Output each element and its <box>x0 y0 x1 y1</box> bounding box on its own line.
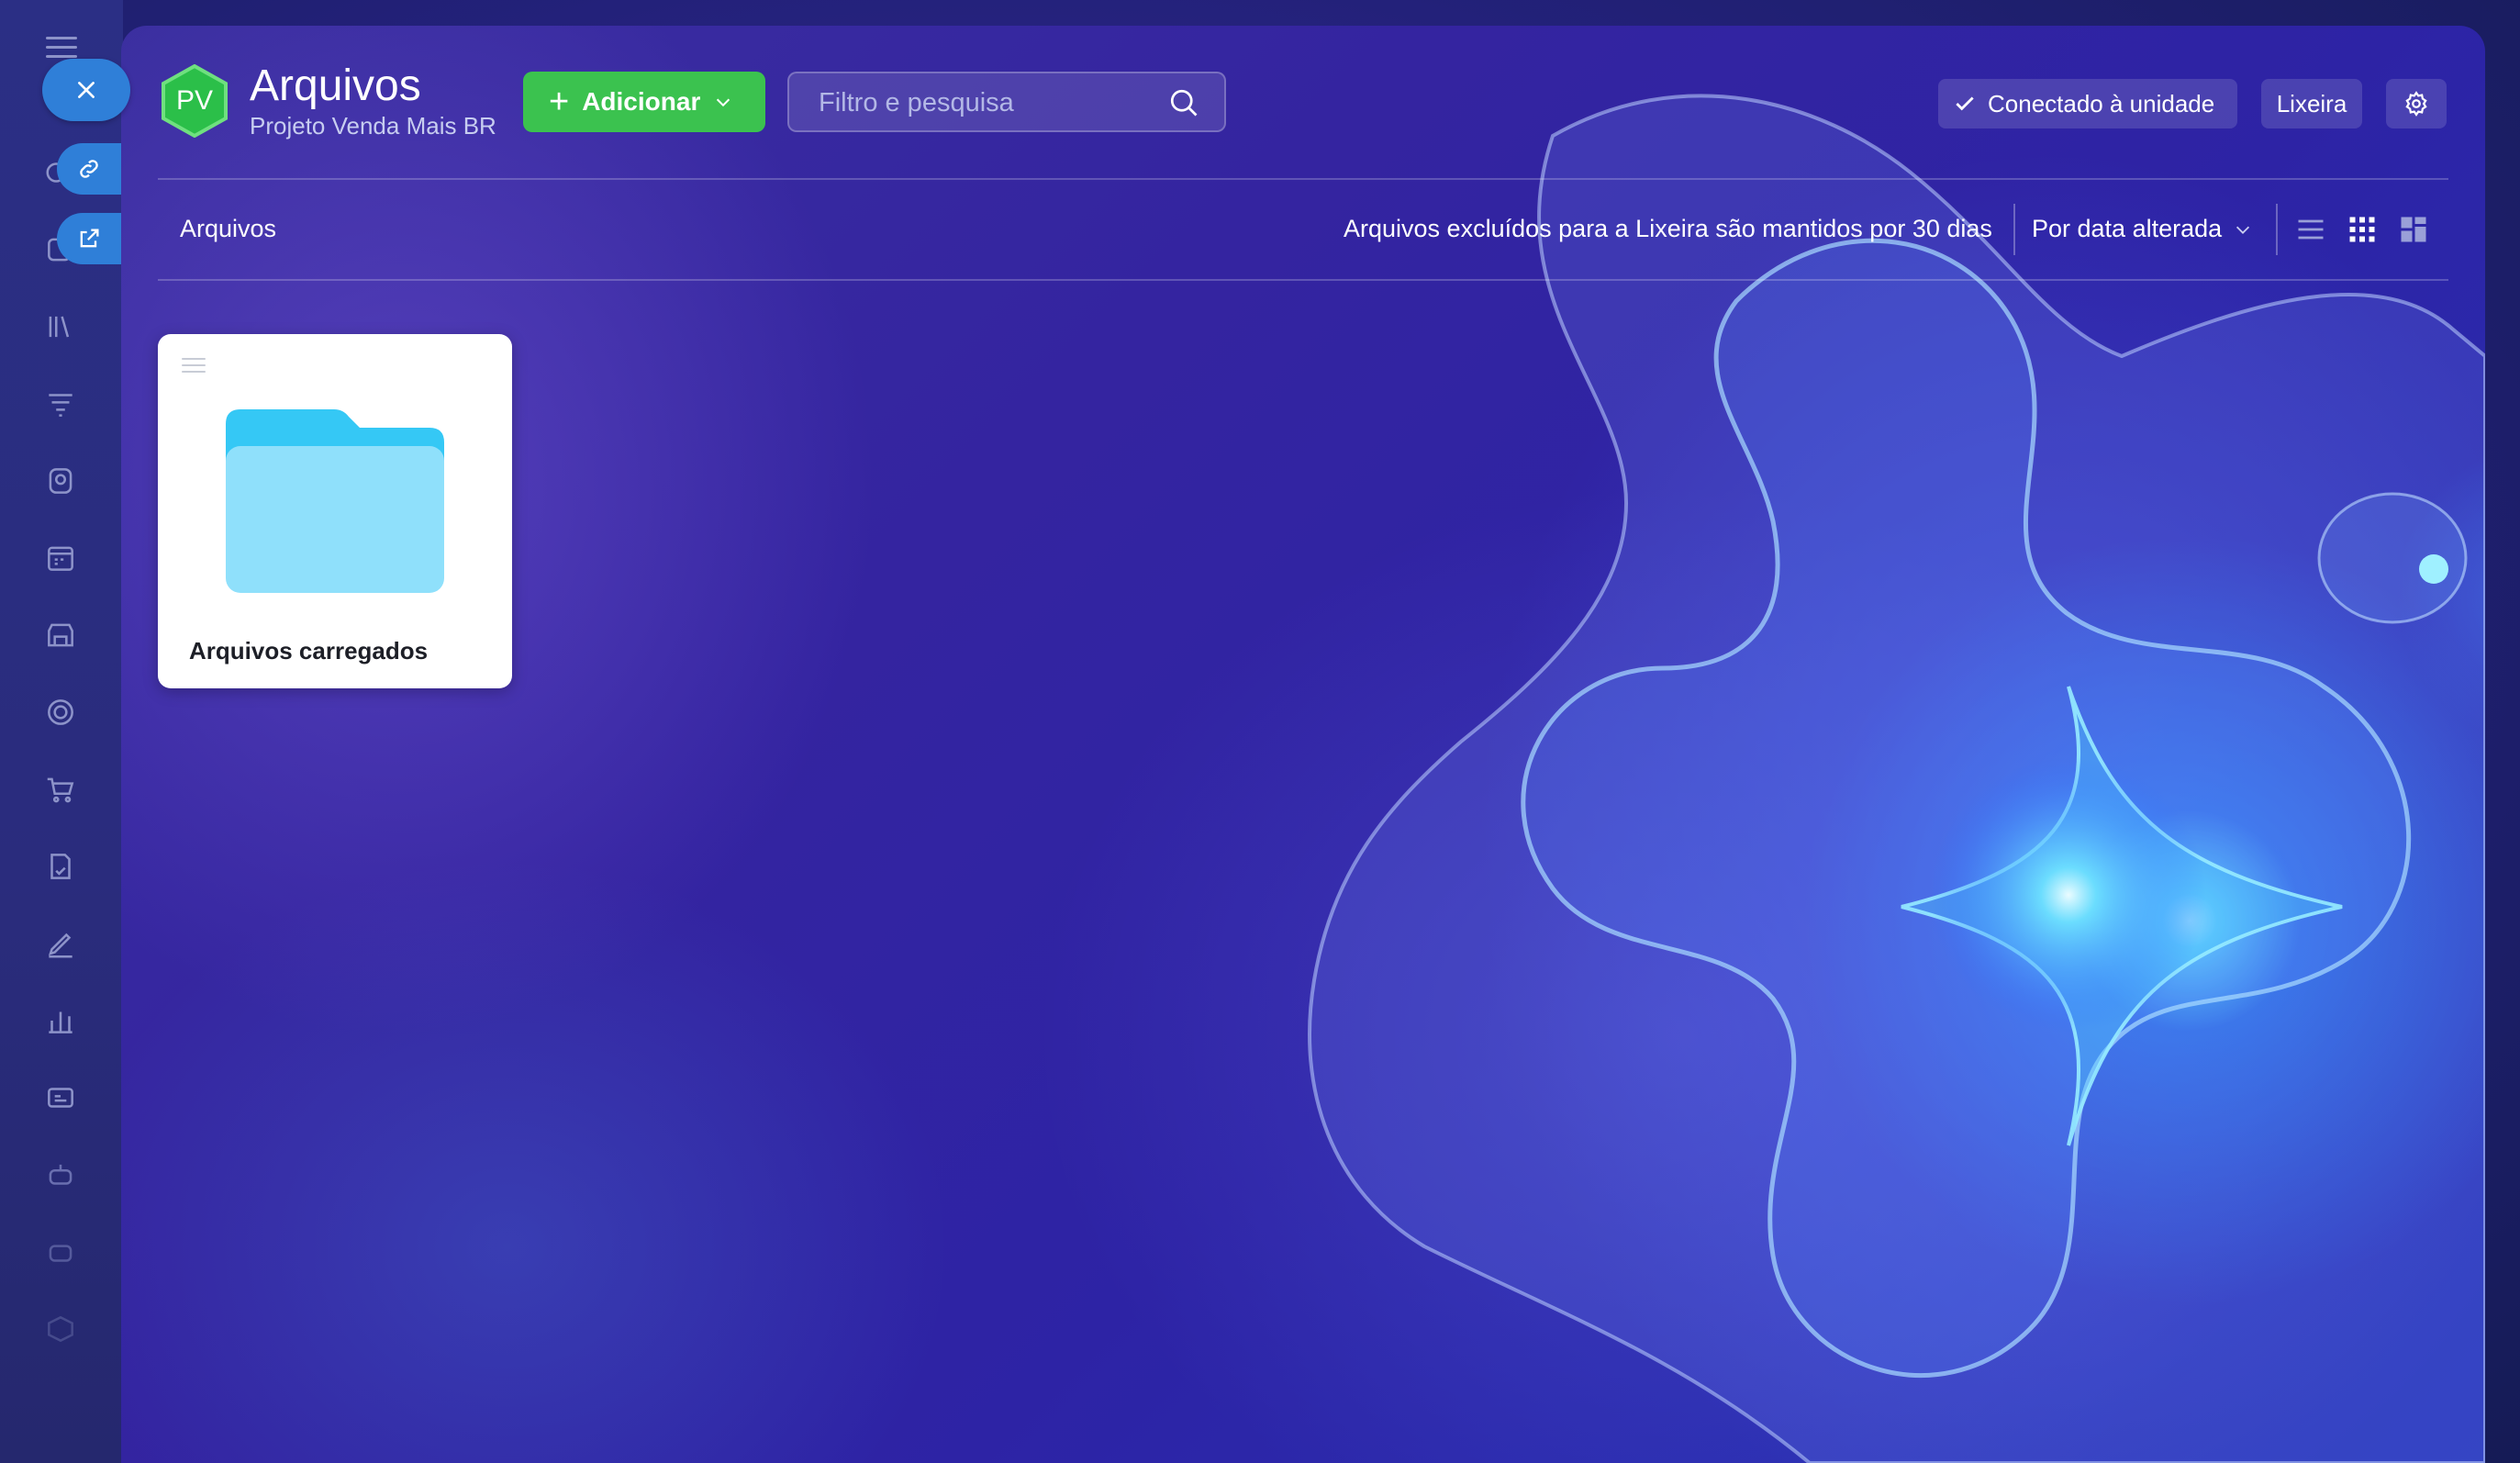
trash-button[interactable]: Lixeira <box>2261 79 2362 128</box>
schedule-icon[interactable] <box>40 538 81 578</box>
copy-link-button[interactable] <box>57 143 121 195</box>
menu-icon[interactable] <box>46 37 77 59</box>
add-button[interactable]: + Adicionar <box>523 72 765 132</box>
check-icon <box>1956 96 1974 111</box>
bot-icon[interactable] <box>40 1232 81 1272</box>
connected-label: Conectado à unidade <box>1988 89 2215 117</box>
target-icon[interactable] <box>40 692 81 732</box>
chevron-down-icon <box>2236 226 2250 234</box>
search-icon[interactable] <box>1167 86 1200 119</box>
connected-drive-button[interactable]: Conectado à unidade <box>1938 79 2237 128</box>
cards-icon[interactable] <box>40 1078 81 1118</box>
gear-icon <box>2405 91 2427 117</box>
contacts-icon[interactable] <box>40 461 81 501</box>
search-input[interactable] <box>817 81 1160 125</box>
trash-label: Lixeira <box>2276 89 2347 117</box>
close-slider-button[interactable] <box>42 59 130 121</box>
list-view-icon[interactable] <box>2294 213 2327 246</box>
add-button-label: Adicionar <box>582 87 701 116</box>
folder-name: Arquivos carregados <box>189 637 429 664</box>
close-icon <box>78 82 95 98</box>
page-title: Arquivos <box>250 61 421 110</box>
tile-view-icon[interactable] <box>2397 213 2430 246</box>
project-name: Projeto Venda Mais BR <box>250 112 496 140</box>
folder-icon <box>226 409 444 593</box>
grid-view-icon[interactable] <box>2346 213 2379 246</box>
toolbar-separator <box>2013 204 2015 255</box>
toolbar-separator <box>2276 204 2278 255</box>
breadcrumb[interactable]: Arquivos <box>180 215 276 243</box>
open-in-new-tab-button[interactable] <box>57 213 121 264</box>
sort-dropdown[interactable]: Por data alterada <box>2032 215 2253 243</box>
chevron-down-icon <box>717 98 730 107</box>
project-logo: PV <box>158 63 231 139</box>
document-sign-icon[interactable] <box>40 846 81 887</box>
box-icon[interactable] <box>40 1309 81 1349</box>
trash-retention-notice: Arquivos excluídos para a Lixeira são ma… <box>1344 215 1992 242</box>
settings-button[interactable] <box>2386 79 2447 128</box>
drag-handle-icon[interactable] <box>182 358 206 374</box>
toolbar-divider <box>158 279 2448 281</box>
funnel-icon[interactable] <box>40 384 81 424</box>
sort-selected-label: Por data alterada <box>2032 215 2223 242</box>
external-link-icon <box>80 229 99 248</box>
store-icon[interactable] <box>40 615 81 655</box>
search-box[interactable] <box>787 72 1226 132</box>
link-icon <box>80 160 98 178</box>
header-divider <box>158 178 2448 180</box>
analytics-icon[interactable] <box>40 1000 81 1041</box>
cart-icon[interactable] <box>40 769 81 810</box>
plus-icon: + <box>549 83 570 121</box>
folder-card[interactable]: Arquivos carregados <box>158 334 512 688</box>
robot-icon[interactable] <box>40 1155 81 1195</box>
pen-icon[interactable] <box>40 923 81 964</box>
logo-initials: PV <box>175 85 214 116</box>
library-icon[interactable] <box>40 307 81 347</box>
